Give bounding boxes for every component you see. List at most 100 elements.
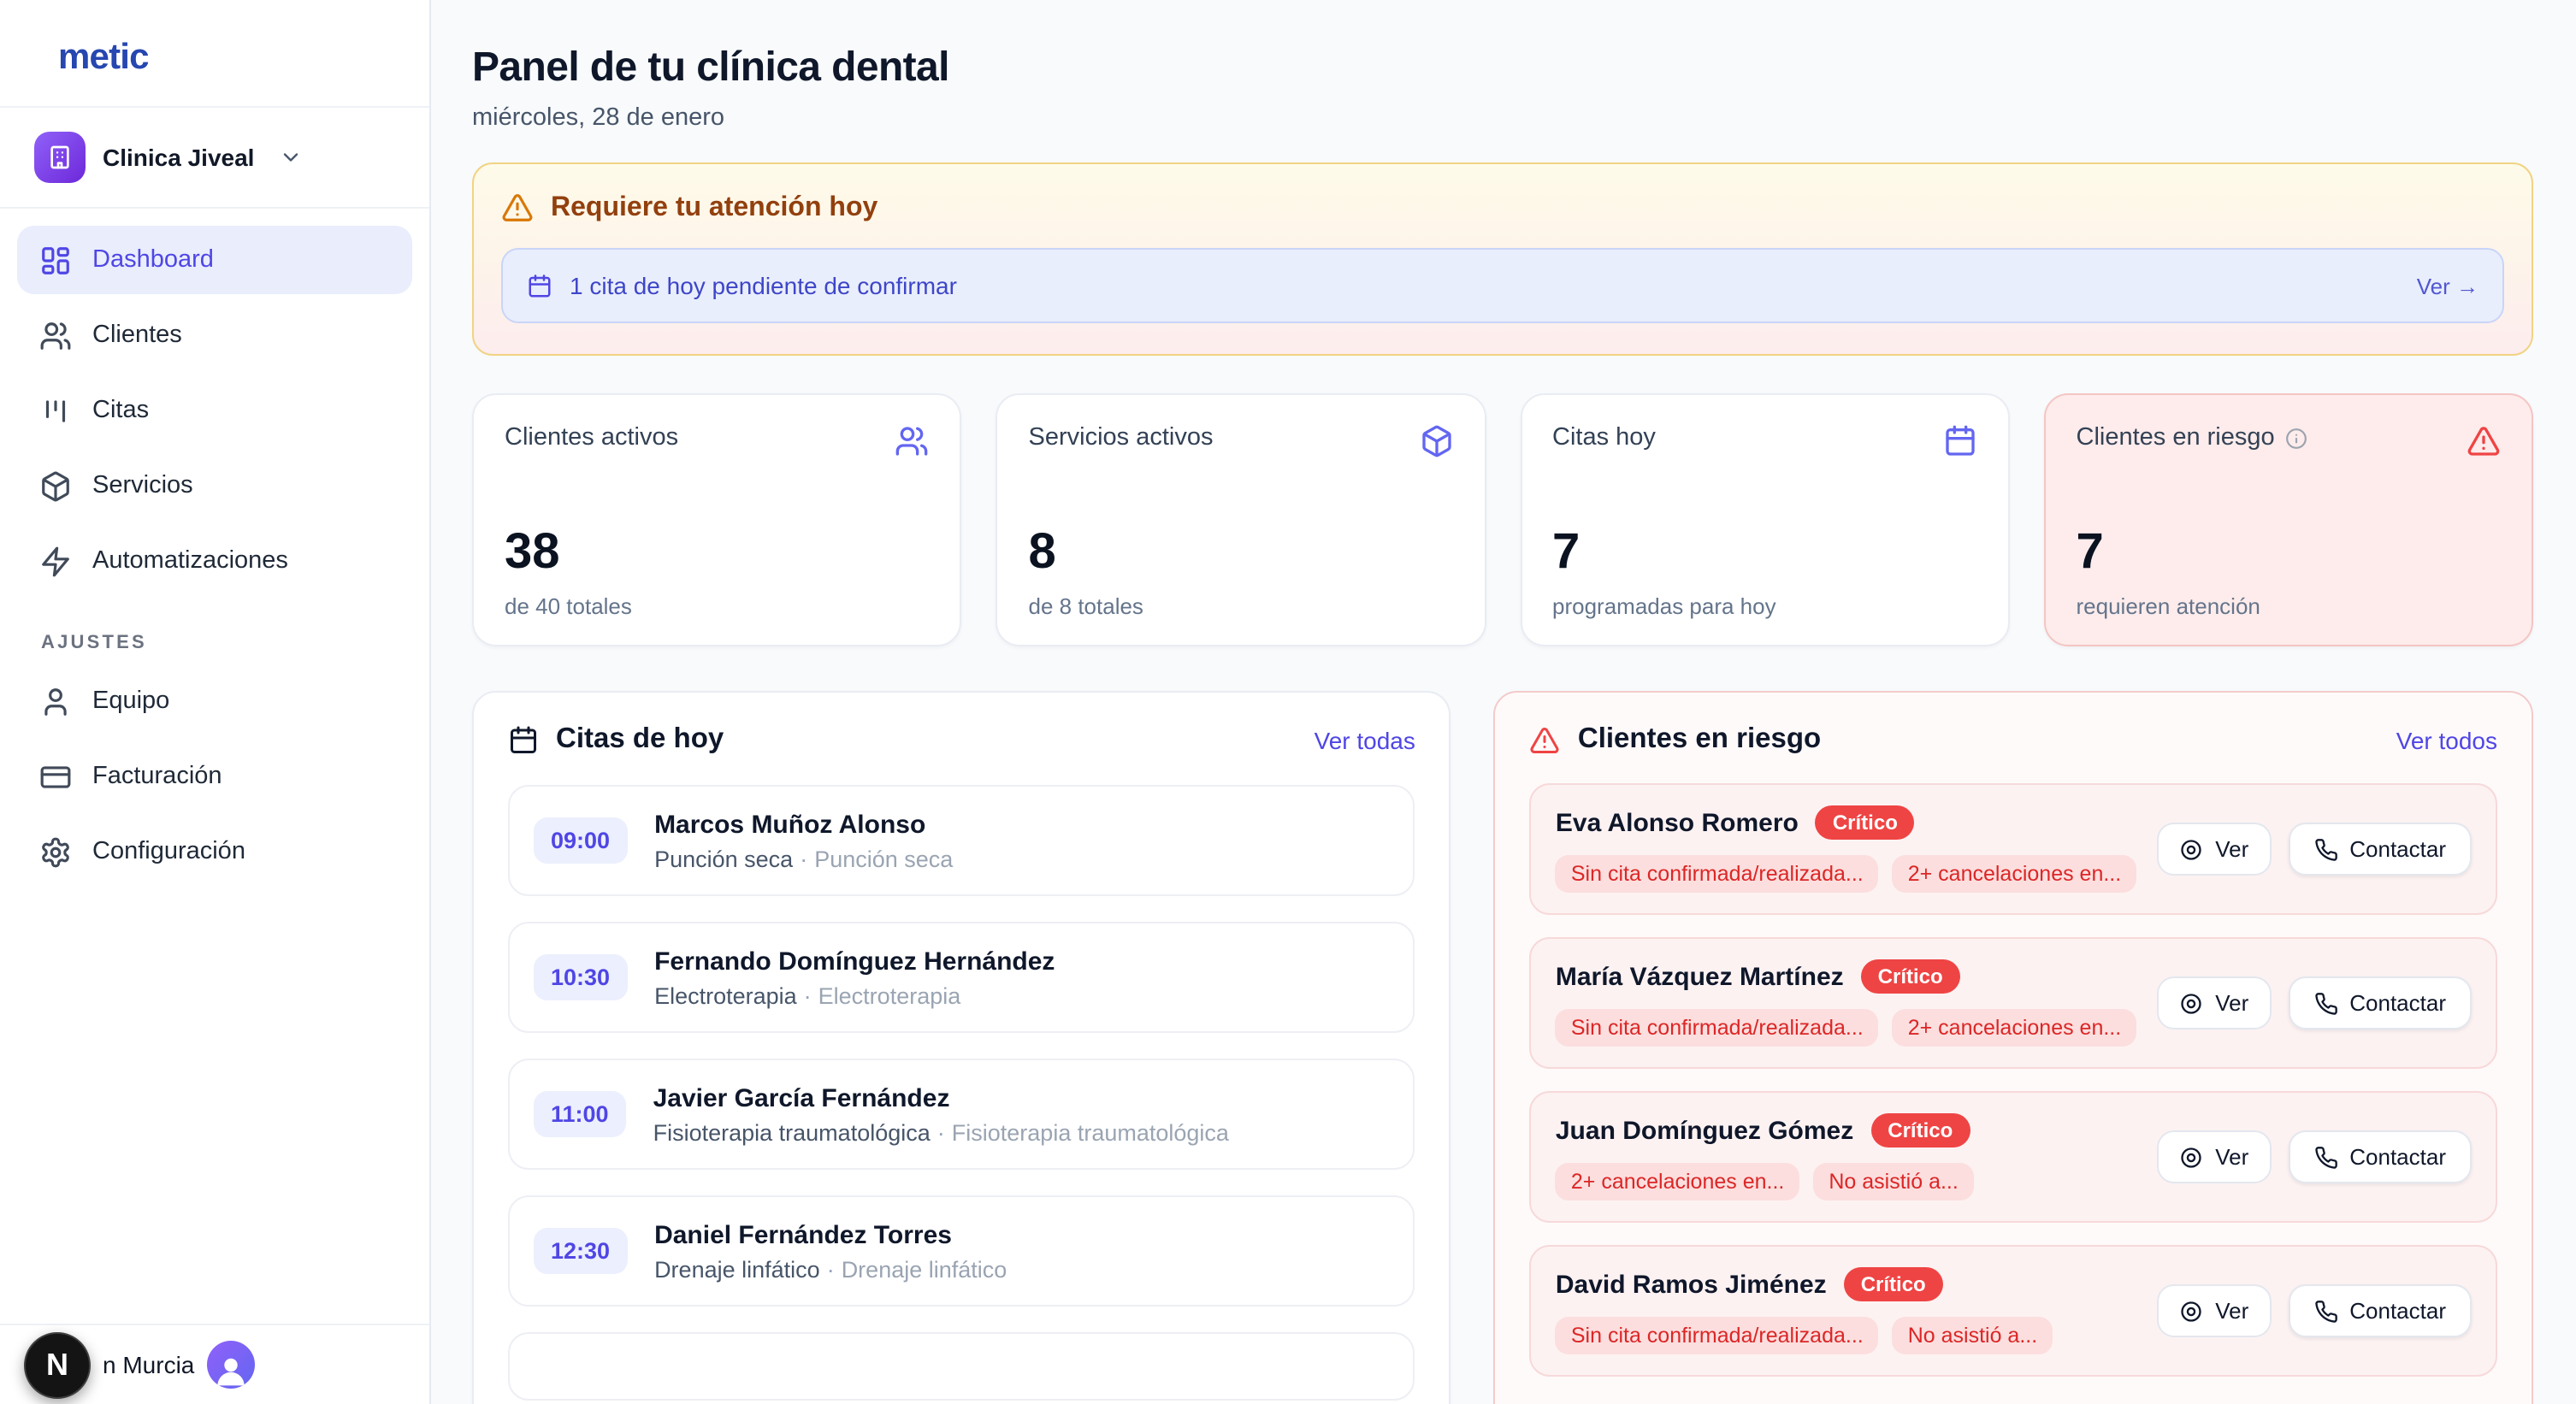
- view-client-button[interactable]: Ver: [2157, 823, 2271, 876]
- sidebar-item-label: Facturación: [92, 763, 222, 790]
- contact-client-button-label: Contactar: [2349, 1298, 2446, 1324]
- attention-banner-header: Requiere tu atención hoy: [501, 192, 2504, 224]
- stat-value: 7: [2077, 528, 2502, 578]
- view-client-button-label: Ver: [2215, 990, 2248, 1016]
- view-all-risk-clients-link[interactable]: Ver todos: [2396, 726, 2497, 753]
- view-client-button[interactable]: Ver: [2157, 1284, 2271, 1337]
- view-client-button[interactable]: Ver: [2157, 976, 2271, 1029]
- risk-client-info: María Vázquez Martínez Crítico Sin cita …: [1556, 959, 2136, 1047]
- sidebar-item-clientes[interactable]: Clientes: [17, 301, 412, 369]
- attention-banner: Requiere tu atención hoy 1 cita de hoy p…: [472, 162, 2533, 356]
- appointment-service-secondary: Punción seca: [814, 846, 953, 871]
- sidebar-item-equipo[interactable]: Equipo: [17, 667, 412, 735]
- sidebar-item-facturacion[interactable]: Facturación: [17, 742, 412, 811]
- appointment-client-name: Marcos Muñoz Alonso: [654, 810, 953, 839]
- risk-panel: Clientes en riesgo Ver todos Eva Alonso …: [1494, 691, 2533, 1404]
- stat-card-active-clients: Clientes activos 38 de 40 totales: [472, 393, 962, 646]
- contact-client-button[interactable]: Contactar: [2288, 1130, 2472, 1183]
- sidebar-item-label: Dashboard: [92, 246, 214, 274]
- severity-badge: Crítico: [1870, 1113, 1970, 1147]
- sidebar: metic Clinica Jiveal Dashboard Clientes: [0, 0, 431, 1404]
- sidebar-item-dashboard[interactable]: Dashboard: [17, 226, 412, 294]
- sidebar-item-label: Configuración: [92, 838, 245, 865]
- risk-client-name: Juan Domínguez Gómez: [1556, 1116, 1853, 1145]
- sidebar-item-automatizaciones[interactable]: Automatizaciones: [17, 527, 412, 595]
- appointment-info: Daniel Fernández Torres Drenaje linfátic…: [654, 1220, 1007, 1282]
- risk-client-actions: Ver Contactar: [2157, 1130, 2472, 1183]
- risk-client-name: David Ramos Jiménez: [1556, 1270, 1827, 1299]
- page-date: miércoles, 28 de enero: [472, 104, 2533, 132]
- appointment-item: 10:30 Fernando Domínguez Hernández Elect…: [508, 922, 1415, 1033]
- nextjs-dev-badge[interactable]: N: [24, 1331, 91, 1398]
- stats-row: Clientes activos 38 de 40 totales Servic…: [472, 393, 2533, 646]
- users-icon: [39, 319, 72, 351]
- org-selector[interactable]: Clinica Jiveal: [0, 108, 429, 207]
- separator-dot: ·: [827, 1256, 835, 1282]
- appointment-time-badge: 09:00: [534, 817, 627, 864]
- risk-client-row: Eva Alonso Romero Crítico Sin cita confi…: [1530, 783, 2497, 915]
- sidebar-item-label: Citas: [92, 397, 149, 424]
- package-icon: [1419, 424, 1453, 458]
- info-icon[interactable]: [2285, 427, 2307, 449]
- attention-banner-title: Requiere tu atención hoy: [551, 192, 877, 223]
- risk-tags: Sin cita confirmada/realizada...No asist…: [1556, 1317, 2053, 1354]
- contact-client-button-label: Contactar: [2349, 1144, 2446, 1170]
- stat-title: Clientes activos: [505, 424, 678, 451]
- logo-area: metic: [0, 0, 429, 106]
- contact-client-button[interactable]: Contactar: [2288, 1284, 2472, 1337]
- sidebar-item-label: Servicios: [92, 472, 193, 499]
- main-nav: Dashboard Clientes Citas Servicios Autom…: [0, 209, 429, 595]
- risk-tag: 2+ cancelaciones en...: [1893, 855, 2137, 893]
- appointment-item: 11:00 Javier García Fernández Fisioterap…: [508, 1059, 1415, 1170]
- avatar[interactable]: [206, 1341, 254, 1389]
- contact-client-button[interactable]: Contactar: [2288, 823, 2472, 876]
- appointment-service: Fisioterapia traumatológica: [653, 1119, 931, 1145]
- chevron-down-icon: [278, 145, 302, 169]
- appointment-time-badge: 11:00: [534, 1091, 626, 1137]
- appointment-services: Drenaje linfático·Drenaje linfático: [654, 1256, 1007, 1282]
- risk-client-row: Juan Domínguez Gómez Crítico 2+ cancelac…: [1530, 1091, 2497, 1223]
- phone-icon: [2313, 991, 2337, 1015]
- view-client-button-label: Ver: [2215, 1144, 2248, 1170]
- eye-icon: [2179, 991, 2203, 1015]
- user-row: N n Murcia: [0, 1324, 429, 1404]
- stat-value: 7: [1552, 528, 1977, 578]
- risk-panel-header: Clientes en riesgo Ver todos: [1530, 723, 2497, 756]
- stat-value: 38: [505, 528, 930, 578]
- stat-card-appointments-today: Citas hoy 7 programadas para hoy: [1520, 393, 2010, 646]
- stat-title: Citas hoy: [1552, 424, 1656, 451]
- phone-icon: [2313, 837, 2337, 861]
- view-all-appointments-link[interactable]: Ver todas: [1315, 726, 1415, 753]
- view-client-button[interactable]: Ver: [2157, 1130, 2271, 1183]
- calendar-icon: [527, 273, 552, 298]
- sidebar-item-configuracion[interactable]: Configuración: [17, 817, 412, 886]
- risk-tag: Sin cita confirmada/realizada...: [1556, 1317, 1879, 1354]
- risk-client-actions: Ver Contactar: [2157, 1284, 2472, 1337]
- appointment-client-name: Daniel Fernández Torres: [654, 1220, 1007, 1249]
- eye-icon: [2179, 1145, 2203, 1169]
- appointment-service: Drenaje linfático: [654, 1256, 820, 1282]
- kanban-icon: [39, 394, 72, 427]
- sidebar-item-servicios[interactable]: Servicios: [17, 451, 412, 520]
- contact-client-button-label: Contactar: [2349, 990, 2446, 1016]
- appointments-panel-title: Citas de hoy: [556, 723, 1297, 756]
- stat-title: Clientes en riesgo: [2077, 424, 2307, 451]
- user-icon: [39, 685, 72, 717]
- phone-icon: [2313, 1299, 2337, 1323]
- appointment-service-secondary: Electroterapia: [818, 982, 961, 1008]
- risk-tag: Sin cita confirmada/realizada...: [1556, 1009, 1879, 1047]
- appointment-info: Javier García Fernández Fisioterapia tra…: [653, 1083, 1229, 1145]
- alert-triangle-icon: [1530, 724, 1561, 755]
- appointment-time-badge: 10:30: [534, 954, 627, 1000]
- sidebar-item-citas[interactable]: Citas: [17, 376, 412, 445]
- user-name: n Murcia: [103, 1351, 194, 1378]
- alert-view-link[interactable]: Ver →: [2417, 273, 2479, 298]
- stat-caption: programadas para hoy: [1552, 593, 1977, 619]
- contact-client-button[interactable]: Contactar: [2288, 976, 2472, 1029]
- stat-caption: requieren atención: [2077, 593, 2502, 619]
- sidebar-item-label: Clientes: [92, 322, 182, 349]
- risk-tag: 2+ cancelaciones en...: [1893, 1009, 2137, 1047]
- pending-appointment-alert[interactable]: 1 cita de hoy pendiente de confirmar Ver…: [501, 248, 2504, 323]
- appointments-panel: Citas de hoy Ver todas 09:00 Marcos Muño…: [472, 691, 1451, 1404]
- calendar-icon: [1943, 424, 1977, 458]
